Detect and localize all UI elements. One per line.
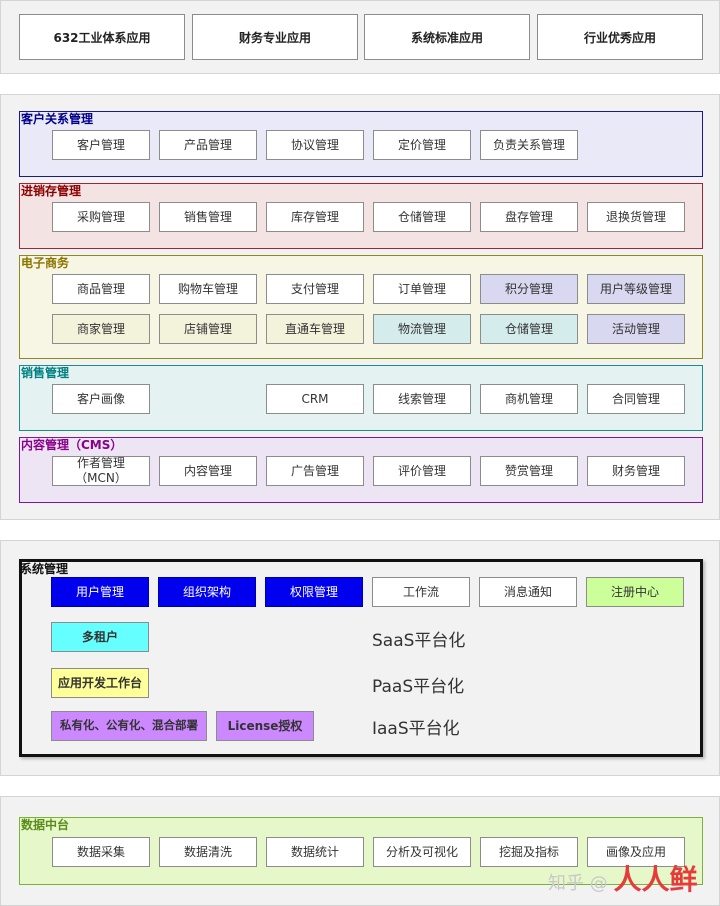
data-center-title: 数据中台 xyxy=(21,818,70,832)
tab-finance[interactable]: 财务专业应用 xyxy=(192,14,358,60)
logistics-management-box[interactable]: 物流管理 xyxy=(373,314,471,344)
lead-management-box[interactable]: 线索管理 xyxy=(373,384,471,414)
crm-group: 客户关系管理 客户管理 产品管理 协议管理 定价管理 负责关系管理 xyxy=(19,111,703,177)
saas-label: SaaS平台化 xyxy=(372,631,466,651)
deployment-box[interactable]: 私有化、公有化、混合部署 xyxy=(51,711,207,741)
customer-portrait-box[interactable]: 客户画像 xyxy=(52,384,150,414)
data-collection-box[interactable]: 数据采集 xyxy=(52,837,150,867)
ec-warehouse-management-box[interactable]: 仓储管理 xyxy=(480,314,578,344)
sales-title: 销售管理 xyxy=(21,366,70,380)
agreement-management-box[interactable]: 协议管理 xyxy=(266,130,364,160)
user-management-box[interactable]: 用户管理 xyxy=(51,577,149,607)
product-management-box[interactable]: 产品管理 xyxy=(159,130,257,160)
author-management-box[interactable]: 作者管理 （MCN） xyxy=(52,456,150,486)
stock-management-box[interactable]: 库存管理 xyxy=(266,202,364,232)
business-panel: 客户关系管理 客户管理 产品管理 协议管理 定价管理 负责关系管理 进销存管理 … xyxy=(0,94,720,520)
express-management-box[interactable]: 直通车管理 xyxy=(266,314,364,344)
system-panel: 系统管理 用户管理 组织架构 权限管理 工作流 消息通知 注册中心 多租户 Sa… xyxy=(0,540,720,776)
org-structure-box[interactable]: 组织架构 xyxy=(158,577,256,607)
workflow-box[interactable]: 工作流 xyxy=(372,577,470,607)
data-cleansing-box[interactable]: 数据清洗 xyxy=(159,837,257,867)
iaas-label: IaaS平台化 xyxy=(372,719,460,739)
multi-tenant-box[interactable]: 多租户 xyxy=(51,622,149,652)
dev-platform-box[interactable]: 应用开发工作台 xyxy=(51,668,149,698)
cms-finance-management-box[interactable]: 财务管理 xyxy=(587,456,685,486)
top-panel: 632工业体系应用 财务专业应用 系统标准应用 行业优秀应用 xyxy=(0,0,720,74)
permission-management-box[interactable]: 权限管理 xyxy=(265,577,363,607)
merchant-management-box[interactable]: 商家管理 xyxy=(52,314,150,344)
system-title: 系统管理 xyxy=(20,562,69,576)
customer-management-box[interactable]: 客户管理 xyxy=(52,130,150,160)
returns-management-box[interactable]: 退换货管理 xyxy=(587,202,685,232)
points-management-box[interactable]: 积分管理 xyxy=(480,274,578,304)
warehouse-management-box[interactable]: 仓储管理 xyxy=(373,202,471,232)
tab-system-standard[interactable]: 系统标准应用 xyxy=(364,14,530,60)
purchase-management-box[interactable]: 采购管理 xyxy=(52,202,150,232)
user-level-management-box[interactable]: 用户等级管理 xyxy=(587,274,685,304)
ecommerce-group: 电子商务 商品管理 购物车管理 支付管理 订单管理 积分管理 用户等级管理 商家… xyxy=(19,255,703,359)
inventory-group: 进销存管理 采购管理 销售管理 库存管理 仓储管理 盘存管理 退换货管理 xyxy=(19,183,703,249)
campaign-management-box[interactable]: 活动管理 xyxy=(587,314,685,344)
crm-title: 客户关系管理 xyxy=(21,112,94,126)
tab-industry-system[interactable]: 632工业体系应用 xyxy=(19,14,185,60)
shop-management-box[interactable]: 店铺管理 xyxy=(159,314,257,344)
license-box[interactable]: License授权 xyxy=(216,711,314,741)
sales-group: 销售管理 客户画像 CRM 线索管理 商机管理 合同管理 xyxy=(19,365,703,431)
system-frame: 系统管理 用户管理 组织架构 权限管理 工作流 消息通知 注册中心 多租户 Sa… xyxy=(19,559,703,757)
pricing-management-box[interactable]: 定价管理 xyxy=(373,130,471,160)
notification-box[interactable]: 消息通知 xyxy=(479,577,577,607)
inventory-title: 进销存管理 xyxy=(21,184,82,198)
opportunity-management-box[interactable]: 商机管理 xyxy=(480,384,578,414)
contract-management-box[interactable]: 合同管理 xyxy=(587,384,685,414)
crm-box[interactable]: CRM xyxy=(266,384,364,414)
ecommerce-title: 电子商务 xyxy=(21,256,70,270)
data-statistics-box[interactable]: 数据统计 xyxy=(266,837,364,867)
tip-management-box[interactable]: 赞赏管理 xyxy=(480,456,578,486)
payment-management-box[interactable]: 支付管理 xyxy=(266,274,364,304)
watermark: 知乎 @ 人人鲜 xyxy=(548,858,697,898)
analysis-visualization-box[interactable]: 分析及可视化 xyxy=(373,837,471,867)
review-management-box[interactable]: 评价管理 xyxy=(373,456,471,486)
sales-management-box[interactable]: 销售管理 xyxy=(159,202,257,232)
ad-management-box[interactable]: 广告管理 xyxy=(266,456,364,486)
watermark-text: 知乎 @ xyxy=(548,873,608,894)
cart-management-box[interactable]: 购物车管理 xyxy=(159,274,257,304)
cms-group: 内容管理（CMS） 作者管理 （MCN） 内容管理 广告管理 评价管理 赞赏管理… xyxy=(19,437,703,503)
relationship-management-box[interactable]: 负责关系管理 xyxy=(480,130,578,160)
order-management-box[interactable]: 订单管理 xyxy=(373,274,471,304)
paas-label: PaaS平台化 xyxy=(372,677,465,697)
registry-center-box[interactable]: 注册中心 xyxy=(586,577,684,607)
cms-title: 内容管理（CMS） xyxy=(21,438,123,452)
content-management-box[interactable]: 内容管理 xyxy=(159,456,257,486)
inventory-count-box[interactable]: 盘存管理 xyxy=(480,202,578,232)
tab-industry-excellent[interactable]: 行业优秀应用 xyxy=(537,14,703,60)
watermark-logo: 人人鲜 xyxy=(613,863,698,896)
goods-management-box[interactable]: 商品管理 xyxy=(52,274,150,304)
